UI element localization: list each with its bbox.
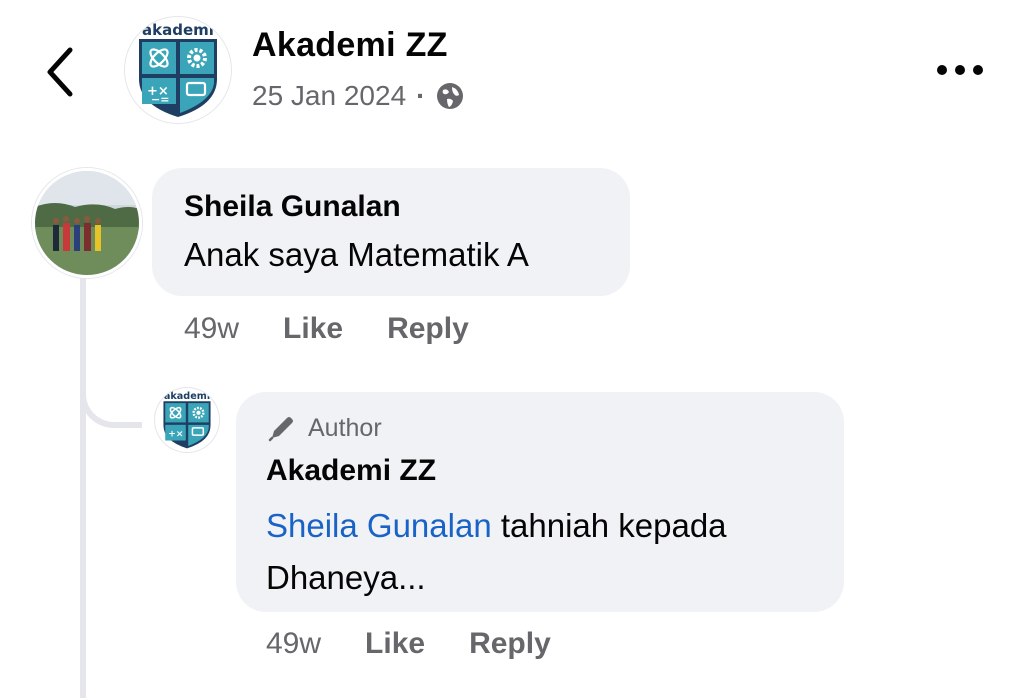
back-button[interactable] <box>38 44 82 100</box>
reply-author[interactable]: Akademi ZZ <box>266 454 436 488</box>
akademi-logo: +× akademi <box>163 391 211 449</box>
more-horizontal-icon <box>937 65 983 75</box>
svg-text:−=: −= <box>151 93 169 106</box>
meta-separator: · <box>416 80 426 111</box>
page-avatar[interactable]: +× −= akademi <box>125 17 231 123</box>
svg-text:+×: +× <box>168 429 183 439</box>
svg-text:akademi: akademi <box>164 391 210 402</box>
comment-author[interactable]: Sheila Gunalan <box>184 190 401 224</box>
globe-icon <box>435 81 465 111</box>
thread-line <box>80 268 86 698</box>
like-button[interactable]: Like <box>283 312 343 346</box>
comment-text: Anak saya Matematik A <box>184 236 529 273</box>
reply-avatar[interactable]: +× akademi <box>155 388 219 452</box>
reply-text: Sheila Gunalan tahniah kepada Dhaneya... <box>266 500 826 604</box>
reply-button[interactable]: Reply <box>387 312 469 346</box>
author-badge-label: Author <box>308 413 382 442</box>
more-options-button[interactable] <box>930 58 990 82</box>
page-name[interactable]: Akademi ZZ <box>252 26 448 65</box>
thread-connector <box>80 350 142 428</box>
post-date[interactable]: 25 Jan 2024 <box>252 80 406 112</box>
post-meta: 25 Jan 2024 · <box>252 80 465 112</box>
reply-like-button[interactable]: Like <box>365 627 425 661</box>
reply-time[interactable]: 49w <box>266 627 321 661</box>
svg-text:akademi: akademi <box>142 21 214 39</box>
reply-reply-button[interactable]: Reply <box>469 627 551 661</box>
comment-bubble[interactable] <box>152 168 630 296</box>
reply-actions: 49w Like Reply <box>266 627 595 661</box>
profile-photo <box>35 171 139 275</box>
author-badge: Author <box>266 412 382 444</box>
comment-actions: 49w Like Reply <box>184 312 513 346</box>
chevron-left-icon <box>47 47 73 97</box>
mention-link[interactable]: Sheila Gunalan <box>266 507 492 544</box>
pen-icon <box>268 417 293 442</box>
akademi-logo: +× −= akademi <box>139 21 217 117</box>
commenter-avatar[interactable] <box>32 168 142 278</box>
comment-time[interactable]: 49w <box>184 312 239 346</box>
